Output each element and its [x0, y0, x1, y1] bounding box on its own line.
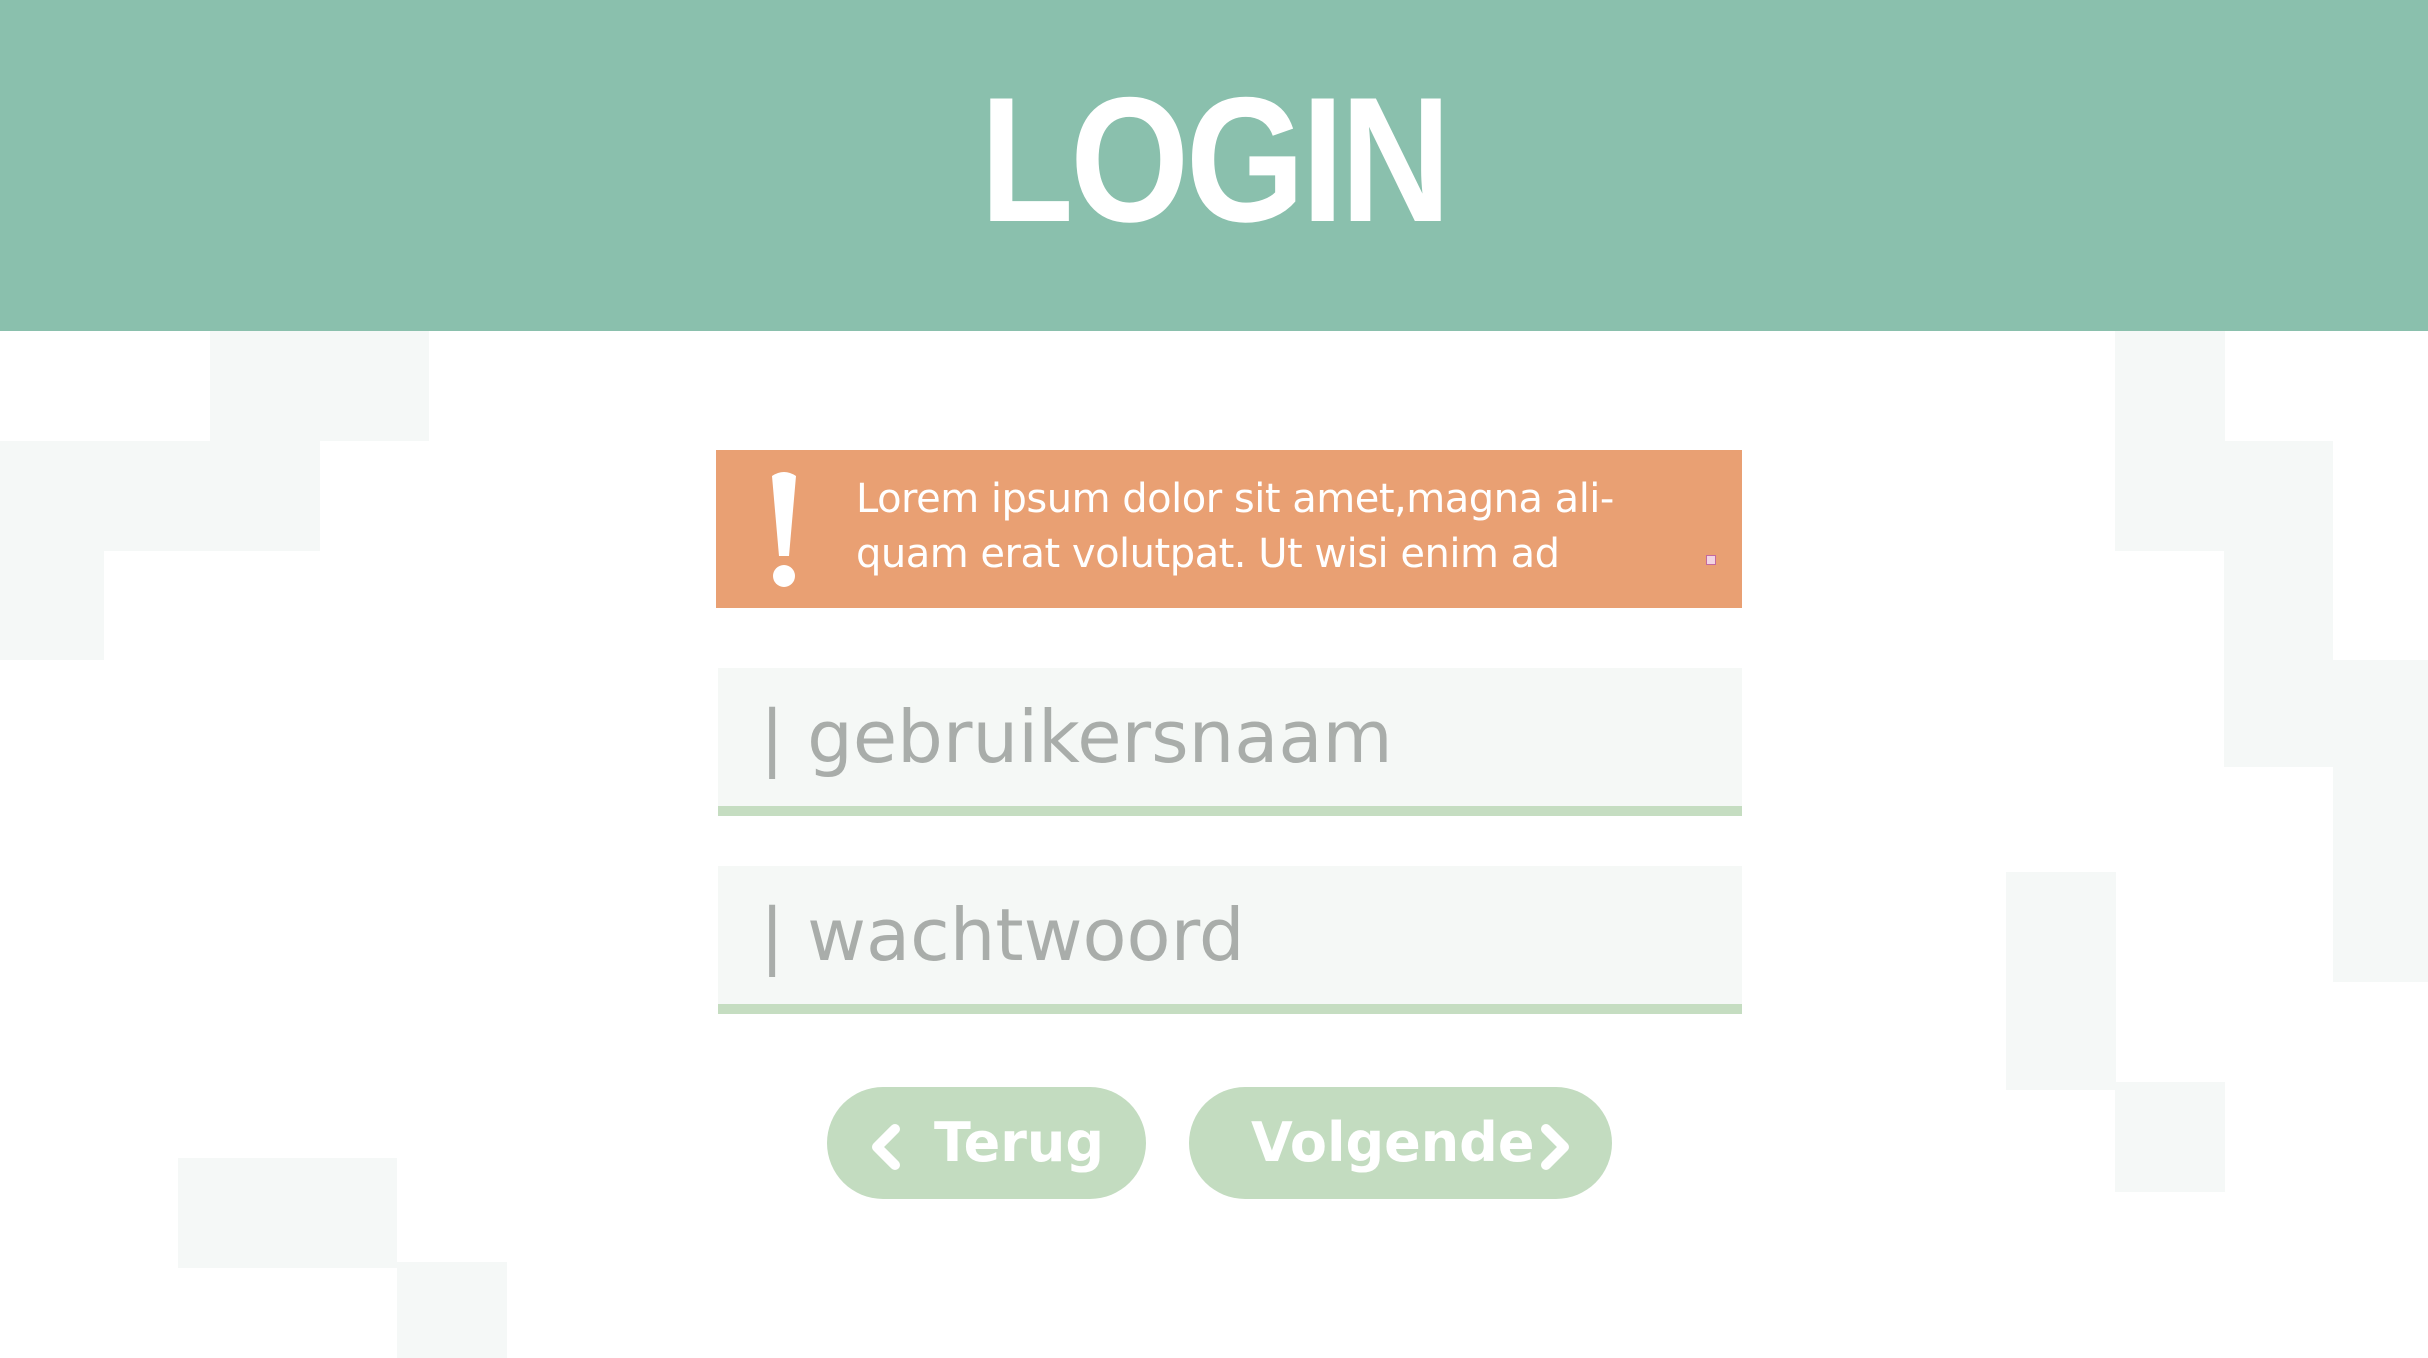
- alert-banner: Lorem ipsum dolor sit amet,magna ali- qu…: [716, 450, 1742, 608]
- resize-handle: [1706, 555, 1716, 565]
- exclamation-icon: [772, 472, 796, 587]
- back-button[interactable]: Terug: [827, 1087, 1146, 1199]
- next-button[interactable]: Volgende: [1189, 1087, 1612, 1199]
- chevron-right-icon: [1541, 1124, 1569, 1170]
- username-input[interactable]: [760, 692, 1720, 782]
- background-block: [2333, 767, 2428, 982]
- password-field[interactable]: [718, 866, 1742, 1014]
- page-header: LOGIN: [0, 0, 2428, 331]
- password-input[interactable]: [760, 890, 1720, 980]
- background-block: [2224, 660, 2428, 767]
- background-block: [2224, 551, 2333, 660]
- background-block: [0, 551, 104, 660]
- page-title: LOGIN: [980, 59, 1451, 259]
- background-block: [2115, 1082, 2225, 1192]
- background-block: [2006, 872, 2116, 1090]
- alert-message: Lorem ipsum dolor sit amet,magna ali- qu…: [856, 472, 1676, 582]
- background-block: [2115, 331, 2225, 441]
- background-block: [2115, 441, 2333, 551]
- background-block: [178, 1158, 397, 1268]
- background-block: [0, 441, 320, 551]
- alert-message-line: Lorem ipsum dolor sit amet,magna ali-: [856, 476, 1614, 522]
- next-button-label: Volgende: [1251, 1111, 1535, 1174]
- background-block: [210, 331, 429, 441]
- alert-message-line: quam erat volutpat. Ut wisi enim ad: [856, 531, 1560, 577]
- back-button-label: Terug: [934, 1111, 1105, 1174]
- background-block: [397, 1262, 507, 1358]
- username-field[interactable]: [718, 668, 1742, 816]
- chevron-left-icon: [872, 1124, 900, 1170]
